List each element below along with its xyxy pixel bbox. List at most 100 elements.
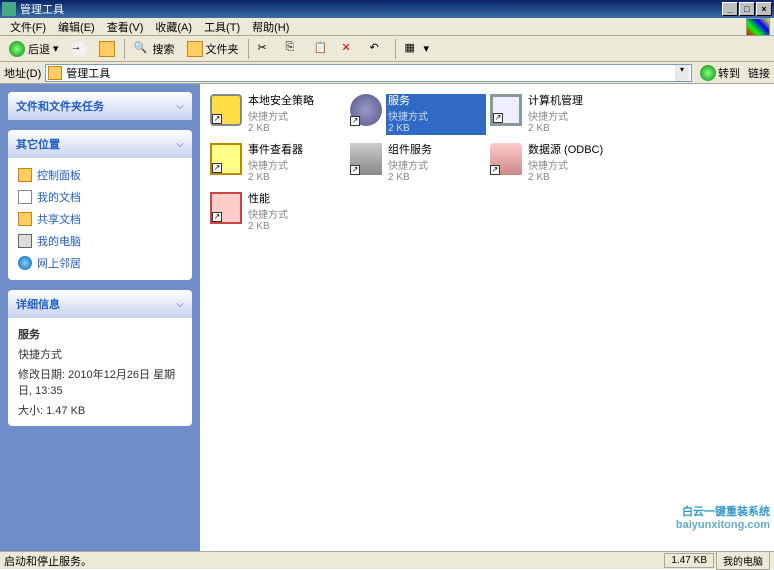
network-icon: [18, 256, 32, 270]
file-item-monitor[interactable]: ↗计算机管理快捷方式2 KB: [488, 92, 628, 137]
file-list-pane[interactable]: ↗本地安全策略快捷方式2 KB↗服务快捷方式2 KB↗计算机管理快捷方式2 KB…: [200, 84, 774, 551]
folders-button[interactable]: 文件夹: [182, 38, 244, 60]
detail-type: 快捷方式: [18, 344, 182, 364]
file-name: 事件查看器: [248, 144, 344, 157]
folder-icon: [48, 66, 62, 80]
views-button[interactable]: ▦▾: [400, 38, 435, 60]
watermark-url: baiyunxitong.com: [676, 519, 770, 531]
copy-button[interactable]: ⎘: [281, 38, 307, 60]
file-name: 性能: [248, 193, 344, 206]
detail-size: 大小: 1.47 KB: [18, 400, 182, 420]
link-shared-docs[interactable]: 共享文档: [18, 208, 182, 230]
links-label[interactable]: 链接: [748, 65, 770, 81]
shortcut-arrow-icon: ↗: [490, 165, 500, 175]
paste-button[interactable]: 📋: [309, 38, 335, 60]
link-my-documents[interactable]: 我的文档: [18, 186, 182, 208]
file-item-event[interactable]: ↗事件查看器快捷方式2 KB: [208, 141, 348, 186]
menu-file[interactable]: 文件(F): [4, 17, 52, 37]
minimize-button[interactable]: _: [722, 2, 738, 16]
file-type: 快捷方式: [528, 157, 624, 172]
panel-header-tasks[interactable]: 文件和文件夹任务 ⌵: [8, 92, 192, 120]
file-size: 2 KB: [248, 221, 344, 232]
file-name: 本地安全策略: [248, 95, 344, 108]
toolbar: 后退 ▾ → 🔍 搜索 文件夹 ✂ ⎘ 📋 ✕ ↶ ▦▾: [0, 36, 774, 62]
file-item-db[interactable]: ↗数据源 (ODBC)快捷方式2 KB: [488, 141, 628, 186]
forward-button[interactable]: →: [66, 38, 92, 60]
shortcut-arrow-icon: ↗: [212, 212, 222, 222]
file-name: 组件服务: [388, 144, 484, 157]
back-label: 后退: [28, 41, 50, 57]
file-size: 2 KB: [248, 123, 344, 134]
delete-button[interactable]: ✕: [337, 38, 363, 60]
file-item-shield[interactable]: ↗本地安全策略快捷方式2 KB: [208, 92, 348, 137]
goto-icon: [700, 65, 716, 81]
task-sidebar: 文件和文件夹任务 ⌵ 其它位置 ⌵ 控制面板 我的文档 共享文档 我的电脑 网上…: [0, 84, 200, 551]
goto-button[interactable]: 转到: [696, 63, 744, 83]
undo-button[interactable]: ↶: [365, 38, 391, 60]
gear-icon: ↗: [350, 94, 382, 126]
window-titlebar: 管理工具 _ □ ×: [0, 0, 774, 18]
cut-icon: ✂: [258, 41, 274, 57]
file-size: 2 KB: [528, 172, 624, 183]
menu-help[interactable]: 帮助(H): [246, 17, 295, 37]
content-area: 文件和文件夹任务 ⌵ 其它位置 ⌵ 控制面板 我的文档 共享文档 我的电脑 网上…: [0, 84, 774, 551]
file-type: 快捷方式: [248, 157, 344, 172]
menu-favorites[interactable]: 收藏(A): [149, 17, 198, 37]
link-control-panel[interactable]: 控制面板: [18, 164, 182, 186]
address-dropdown[interactable]: ▾: [675, 65, 689, 81]
paste-icon: 📋: [314, 41, 330, 57]
back-icon: [9, 41, 25, 57]
document-icon: [18, 190, 32, 204]
up-button[interactable]: [94, 38, 120, 60]
file-item-perf[interactable]: ↗ 性能快捷方式2 KB: [208, 190, 348, 235]
detail-name: 服务: [18, 324, 182, 344]
address-input[interactable]: 管理工具 ▾: [45, 64, 692, 82]
toolbar-separator: [248, 39, 249, 59]
panel-header-details[interactable]: 详细信息 ⌵: [8, 290, 192, 318]
folders-label: 文件夹: [206, 41, 239, 57]
watermark: 白云一键重装系统 baiyunxitong.com: [676, 503, 770, 531]
shield-icon: ↗: [210, 94, 242, 126]
search-button[interactable]: 🔍 搜索: [129, 38, 180, 60]
cut-button[interactable]: ✂: [253, 38, 279, 60]
panel-title: 详细信息: [16, 296, 60, 312]
file-item-gear[interactable]: ↗服务快捷方式2 KB: [348, 92, 488, 137]
shortcut-arrow-icon: ↗: [350, 116, 360, 126]
menu-view[interactable]: 查看(V): [101, 17, 150, 37]
menu-edit[interactable]: 编辑(E): [52, 17, 101, 37]
srv-icon: ↗: [350, 143, 382, 175]
link-network[interactable]: 网上邻居: [18, 252, 182, 274]
shortcut-arrow-icon: ↗: [212, 114, 222, 124]
file-name: 服务: [388, 95, 484, 108]
back-button[interactable]: 后退 ▾: [4, 38, 64, 60]
file-size: 2 KB: [388, 123, 484, 134]
menu-tools[interactable]: 工具(T): [198, 17, 246, 37]
folder-icon: [18, 168, 32, 182]
file-type: 快捷方式: [248, 206, 344, 221]
windows-logo-icon: [746, 18, 770, 36]
db-icon: ↗: [490, 143, 522, 175]
chevron-icon: ⌵: [176, 101, 184, 112]
panel-title: 其它位置: [16, 136, 60, 152]
search-label: 搜索: [153, 41, 175, 57]
panel-header-other[interactable]: 其它位置 ⌵: [8, 130, 192, 158]
file-item-srv[interactable]: ↗组件服务快捷方式2 KB: [348, 141, 488, 186]
chevron-down-icon: ▾: [424, 42, 430, 55]
file-type: 快捷方式: [388, 157, 484, 172]
address-bar: 地址(D) 管理工具 ▾ 转到 链接: [0, 62, 774, 84]
detail-modified: 修改日期: 2010年12月26日 星期日, 13:35: [18, 364, 182, 400]
status-text: 启动和停止服务。: [4, 553, 92, 569]
chevron-down-icon: ▾: [53, 42, 59, 55]
goto-label: 转到: [718, 65, 740, 81]
file-name: 计算机管理: [528, 95, 624, 108]
address-value: 管理工具: [66, 65, 110, 81]
status-bar: 启动和停止服务。 1.47 KB 我的电脑: [0, 551, 774, 569]
shortcut-arrow-icon: ↗: [493, 113, 503, 123]
panel-details: 详细信息 ⌵ 服务 快捷方式 修改日期: 2010年12月26日 星期日, 13…: [8, 290, 192, 426]
maximize-button[interactable]: □: [739, 2, 755, 16]
link-my-computer[interactable]: 我的电脑: [18, 230, 182, 252]
file-size: 2 KB: [248, 172, 344, 183]
file-type: 快捷方式: [528, 108, 624, 123]
close-button[interactable]: ×: [756, 2, 772, 16]
watermark-text: 白云一键重装系统: [676, 503, 770, 519]
